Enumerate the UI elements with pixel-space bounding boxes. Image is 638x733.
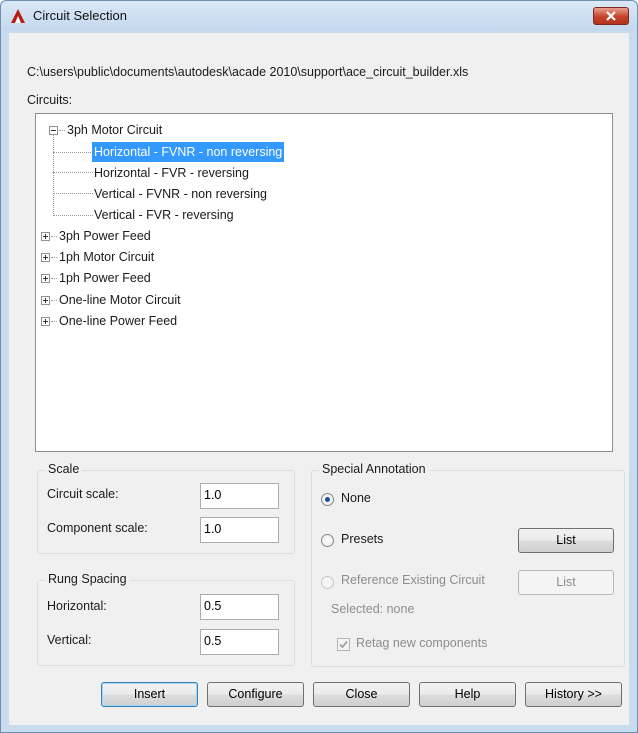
component-scale-label: Component scale: [47, 521, 148, 535]
vertical-spacing-label: Vertical: [47, 633, 92, 647]
special-annotation-group-title: Special Annotation [319, 462, 429, 476]
scale-group-title: Scale [45, 462, 83, 476]
reference-circuit-radio[interactable] [321, 576, 334, 589]
tree-item-vertical-fvr[interactable]: Vertical - FVR - reversing [94, 205, 234, 225]
tree-connector [51, 278, 57, 279]
autocad-app-icon [11, 9, 25, 23]
close-window-button[interactable] [593, 7, 629, 25]
spreadsheet-path: C:\users\public\documents\autodesk\acade… [27, 65, 469, 79]
checkmark-icon [339, 640, 348, 649]
tree-item-1ph-motor-circuit[interactable]: 1ph Motor Circuit [59, 247, 154, 267]
circuit-tree[interactable]: 3ph Motor Circuit Horizontal - FVNR - no… [35, 113, 613, 452]
reference-circuit-label[interactable]: Reference Existing Circuit [341, 573, 485, 587]
expand-icon[interactable] [41, 253, 50, 262]
help-button[interactable]: Help [419, 682, 516, 707]
none-radio[interactable] [321, 493, 334, 506]
vertical-spacing-input[interactable]: 0.5 [200, 629, 279, 655]
close-button[interactable]: Close [313, 682, 410, 707]
none-radio-label[interactable]: None [341, 491, 371, 505]
tree-connector [51, 300, 57, 301]
tree-connector [51, 236, 57, 237]
rung-spacing-group-title: Rung Spacing [45, 572, 130, 586]
horizontal-spacing-label: Horizontal: [47, 599, 107, 613]
circuit-selection-dialog: Circuit Selection C:\users\public\docume… [0, 0, 638, 733]
tree-connector [53, 215, 93, 216]
tree-connector [53, 152, 93, 153]
tree-connector [51, 257, 57, 258]
tree-connector [53, 193, 93, 194]
circuits-label: Circuits: [27, 93, 73, 107]
retag-checkbox-label[interactable]: Retag new components [356, 636, 487, 650]
tree-item-3ph-motor-circuit[interactable]: 3ph Motor Circuit [67, 120, 162, 140]
tree-item-horizontal-fvr[interactable]: Horizontal - FVR - reversing [94, 163, 249, 183]
tree-connector [51, 321, 57, 322]
circuit-scale-input[interactable]: 1.0 [200, 483, 279, 509]
tree-connector [59, 130, 65, 131]
collapse-icon[interactable] [49, 126, 58, 135]
configure-button[interactable]: Configure [207, 682, 304, 707]
expand-icon[interactable] [41, 232, 50, 241]
expand-icon[interactable] [41, 274, 50, 283]
tree-item-3ph-power-feed[interactable]: 3ph Power Feed [59, 226, 151, 246]
tree-item-horizontal-fvnr[interactable]: Horizontal - FVNR - non reversing [92, 142, 285, 162]
expand-icon[interactable] [41, 317, 50, 326]
retag-checkbox[interactable] [337, 638, 350, 651]
presets-radio-label[interactable]: Presets [341, 532, 383, 546]
tree-connector [53, 172, 93, 173]
horizontal-spacing-input[interactable]: 0.5 [200, 594, 279, 620]
circuit-scale-label: Circuit scale: [47, 487, 119, 501]
presets-list-button[interactable]: List [518, 528, 614, 553]
expand-icon[interactable] [41, 296, 50, 305]
component-scale-input[interactable]: 1.0 [200, 517, 279, 543]
title-bar[interactable]: Circuit Selection [1, 1, 637, 31]
tree-item-vertical-fvnr[interactable]: Vertical - FVNR - non reversing [94, 184, 267, 204]
tree-item-one-line-motor-circuit[interactable]: One-line Motor Circuit [59, 290, 181, 310]
window-title: Circuit Selection [33, 8, 127, 23]
close-icon [606, 11, 616, 21]
history-button[interactable]: History >> [525, 682, 622, 707]
insert-button[interactable]: Insert [101, 682, 198, 707]
tree-connector [53, 132, 54, 216]
presets-radio[interactable] [321, 534, 334, 547]
tree-item-1ph-power-feed[interactable]: 1ph Power Feed [59, 268, 151, 288]
selected-circuit-text: Selected: none [331, 602, 415, 616]
tree-item-one-line-power-feed[interactable]: One-line Power Feed [59, 311, 177, 331]
reference-list-button[interactable]: List [518, 570, 614, 595]
